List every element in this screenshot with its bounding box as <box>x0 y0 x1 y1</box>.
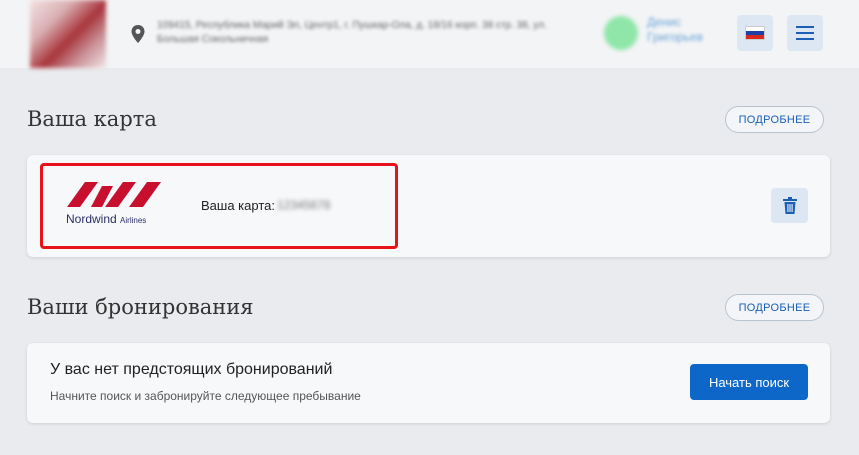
hotel-address: 109415, Республика Марий Эл, Центр1, г. … <box>157 20 547 45</box>
russian-flag-icon <box>745 26 765 40</box>
empty-bookings-title: У вас нет предстоящих бронирований <box>50 361 333 378</box>
loyalty-more-button[interactable]: ПОДРОБНЕЕ <box>725 106 824 133</box>
location-pin-icon <box>131 25 145 43</box>
bookings-section-title: Ваши бронирования <box>27 295 254 319</box>
card-number: 12345678 <box>277 198 331 212</box>
delete-card-button[interactable] <box>771 188 808 223</box>
empty-bookings-subtitle: Начните поиск и забронируйте следующее п… <box>50 389 361 403</box>
menu-button[interactable] <box>787 15 823 51</box>
avatar[interactable] <box>604 16 638 50</box>
trash-icon <box>782 197 797 214</box>
nordwind-logo-text: Nordwind Airlines <box>66 212 147 226</box>
bookings-more-button[interactable]: ПОДРОБНЕЕ <box>725 294 824 321</box>
start-search-button[interactable]: Начать поиск <box>690 364 808 400</box>
hotel-photo <box>30 0 106 68</box>
loyalty-section-title: Ваша карта <box>27 107 157 131</box>
header: 109415, Республика Марий Эл, Центр1, г. … <box>0 0 859 68</box>
card-label: Ваша карта: <box>201 198 275 213</box>
language-button[interactable] <box>737 15 773 51</box>
user-name[interactable]: Денис Григорьев <box>647 15 727 45</box>
hamburger-menu-icon <box>796 26 814 40</box>
